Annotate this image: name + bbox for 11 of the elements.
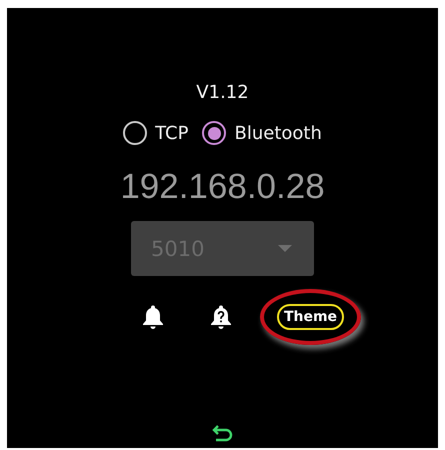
radio-button[interactable] [202, 121, 226, 145]
version-label: V1.12 [196, 82, 249, 103]
radio-button[interactable] [123, 121, 148, 145]
radio-label[interactable]: TCP [155, 122, 188, 144]
caret-icon [278, 245, 292, 252]
bell-question-icon[interactable] [208, 304, 233, 330]
ip-address: 192.168.0.28 [120, 167, 325, 207]
bell-icon[interactable] [140, 304, 165, 330]
back-icon[interactable] [212, 424, 234, 442]
theme-button[interactable]: Theme [276, 304, 344, 330]
radio-label[interactable]: Bluetooth [234, 122, 322, 144]
